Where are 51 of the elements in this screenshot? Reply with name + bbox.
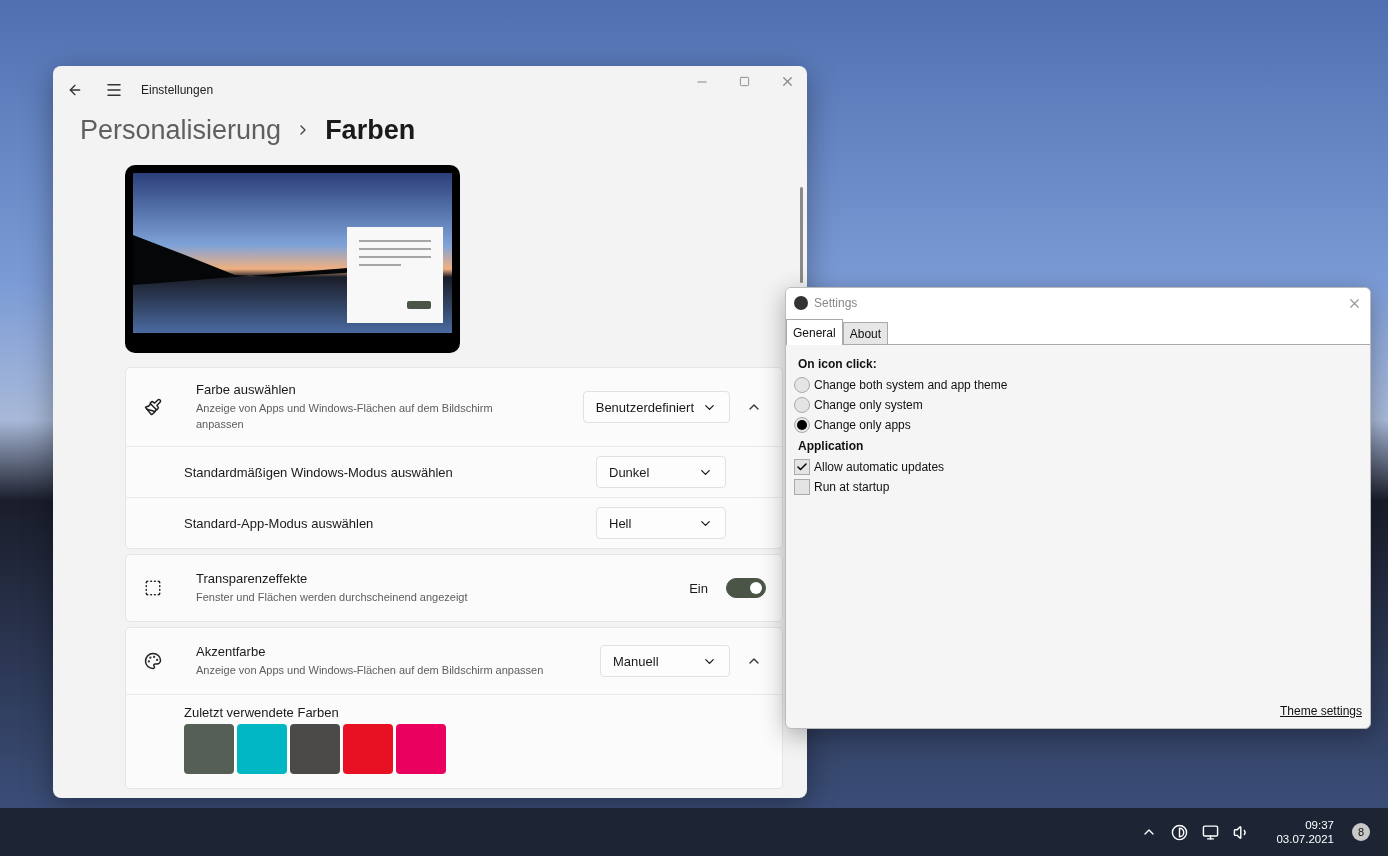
color-swatch[interactable] (237, 724, 287, 774)
setting-title: Transparenzeffekte (196, 571, 309, 586)
dropdown[interactable]: Dunkel (596, 456, 726, 488)
back-icon[interactable] (67, 82, 83, 98)
setting-title: Standardmäßigen Windows-Modus auswählen (184, 464, 454, 480)
dropdown[interactable]: Hell (596, 507, 726, 539)
toggle-switch[interactable] (726, 578, 766, 598)
section-heading: On icon click: (797, 357, 878, 373)
toggle-state-label: Ein (689, 580, 708, 596)
checkbox[interactable] (794, 479, 810, 495)
setting-title: Akzentfarbe (196, 644, 267, 659)
notification-badge[interactable]: 8 (1352, 823, 1370, 841)
setting-title: Farbe auswählen (196, 382, 297, 397)
maximize-icon[interactable] (739, 74, 750, 89)
setting-description: Anzeige von Apps und Windows-Flächen auf dem Bildschirm anpassen (196, 401, 494, 432)
check-icon (796, 461, 808, 473)
setting-title: Standard-App-Modus auswählen (184, 515, 375, 531)
dropdown[interactable]: Benutzerdefiniert (582, 391, 730, 423)
radio-button[interactable] (794, 417, 810, 433)
option-label: Change both system and app theme (814, 378, 1008, 392)
color-swatch[interactable] (290, 724, 340, 774)
theme-settings-link[interactable]: Theme settings (1279, 704, 1362, 718)
clock[interactable]: 09:37 03.07.2021 (1262, 819, 1342, 845)
radio-button[interactable] (794, 377, 810, 393)
breadcrumb-link[interactable]: Personalisierung (80, 114, 282, 146)
scrollbar[interactable] (800, 187, 803, 283)
setting-description: Anzeige von Apps und Windows-Flächen auf dem Bildschirm anpassen (196, 663, 545, 678)
tab[interactable]: About (842, 322, 889, 344)
option-label: Change only apps (814, 418, 911, 432)
checkbox[interactable] (794, 459, 810, 475)
option-label: Change only system (814, 398, 923, 412)
dashed-square-icon (144, 579, 162, 597)
section-label: Zuletzt verwendete Farben (184, 705, 340, 720)
tab[interactable]: General (786, 319, 843, 345)
palette-icon (144, 652, 162, 670)
color-swatch[interactable] (343, 724, 393, 774)
menu-icon[interactable] (105, 81, 123, 99)
color-swatch[interactable] (184, 724, 234, 774)
dropdown[interactable]: Manuell (600, 645, 730, 677)
section-heading: Application (797, 439, 865, 455)
option-label: Run at startup (814, 480, 890, 494)
setting-description: Fenster und Flächen werden durchscheinend angezeigt (196, 590, 469, 605)
option-label: Allow automatic updates (814, 460, 945, 474)
page-title: Farben (325, 114, 416, 146)
close-icon[interactable] (780, 74, 795, 89)
window-title: Settings (814, 296, 859, 310)
radio-button[interactable] (794, 397, 810, 413)
paintbrush-icon (144, 398, 162, 416)
color-swatch[interactable] (396, 724, 446, 774)
window-title: Einstellungen (141, 83, 215, 97)
app-logo-icon (794, 296, 808, 310)
